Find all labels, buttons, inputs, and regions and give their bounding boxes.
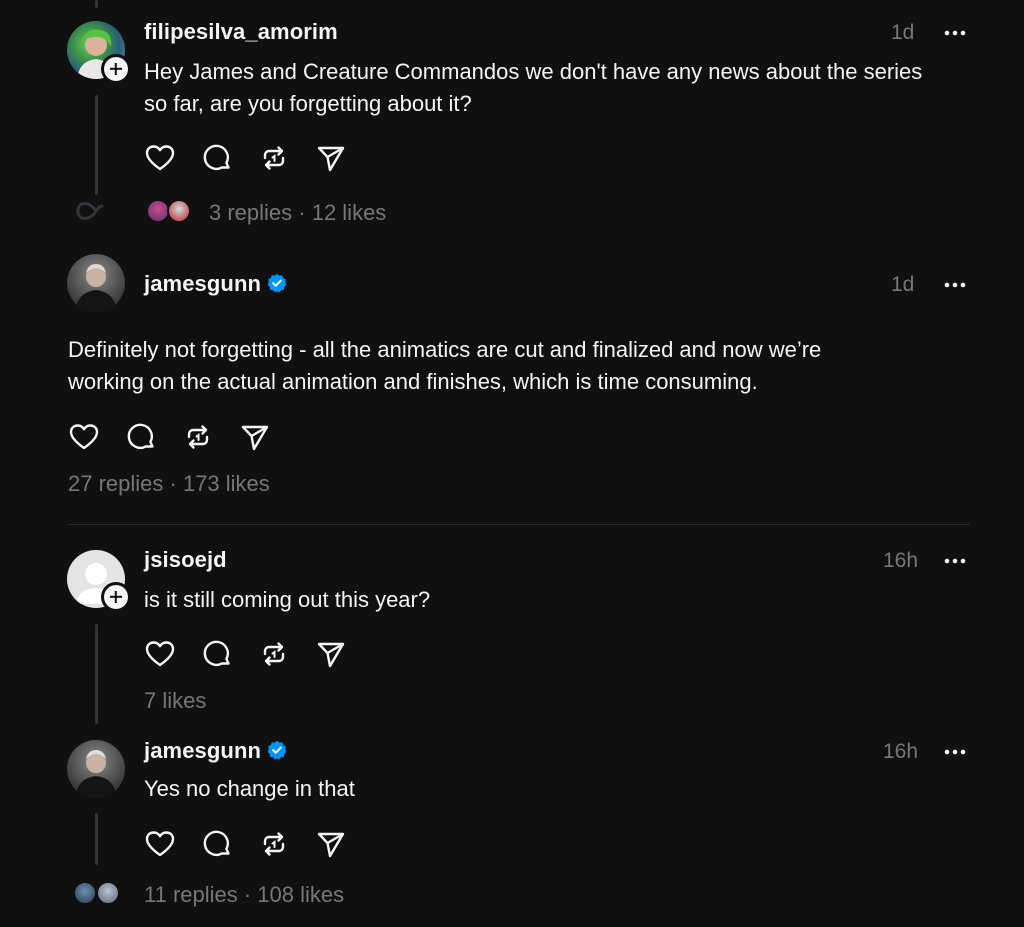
post-text: Hey James and Creature Commandos we don'… [144, 59, 923, 116]
divider [68, 524, 970, 525]
comment-icon [203, 144, 230, 171]
action-bar [144, 637, 372, 671]
reply-avatar [167, 199, 191, 223]
reply-button[interactable] [201, 141, 258, 175]
follow-button[interactable] [101, 582, 131, 612]
username-text[interactable]: jamesgunn [144, 271, 261, 296]
like-button[interactable] [68, 420, 125, 454]
repost-icon [187, 425, 209, 449]
avatar-photo-icon [75, 264, 117, 312]
comment-icon [203, 830, 230, 857]
repost-icon [263, 642, 285, 666]
post-text: Definitely not forgetting - all the anim… [68, 334, 968, 398]
avatar-jamesgunn[interactable] [67, 740, 125, 798]
like-button[interactable] [144, 827, 201, 861]
reply-button[interactable] [201, 637, 258, 671]
thread-loop-icon [76, 202, 104, 220]
action-bar [144, 827, 372, 861]
like-button[interactable] [144, 141, 201, 175]
reply-avatar [96, 881, 120, 905]
repost-button[interactable] [182, 420, 239, 454]
plus-icon [104, 585, 128, 609]
avatar-jamesgunn[interactable] [67, 254, 125, 312]
post-stats[interactable]: 7 likes [144, 688, 206, 714]
comment-icon [203, 640, 230, 667]
post-stats[interactable]: 3 replies · 12 likes [209, 200, 386, 226]
repost-icon [263, 832, 285, 856]
repost-button[interactable] [258, 827, 315, 861]
post-text-line: Definitely not forgetting - all the anim… [68, 337, 822, 362]
follow-button[interactable] [101, 54, 131, 84]
action-bar [68, 420, 296, 454]
share-button[interactable] [239, 420, 296, 454]
post-text-line: working on the actual animation and fini… [68, 369, 758, 394]
post-text: Yes no change in that [144, 776, 355, 801]
heart-icon [69, 424, 99, 450]
action-bar [144, 141, 372, 175]
plus-icon [104, 57, 128, 81]
share-button[interactable] [315, 141, 372, 175]
verified-badge-icon [267, 273, 287, 293]
more-icon[interactable] [943, 556, 967, 566]
more-icon[interactable] [943, 747, 967, 757]
timestamp[interactable]: 1d [891, 273, 914, 297]
post-text: is it still coming out this year? [144, 587, 431, 612]
more-icon[interactable] [943, 28, 967, 38]
username[interactable]: jsisoejd [144, 547, 227, 573]
send-icon [317, 642, 345, 668]
reply-button[interactable] [201, 827, 258, 861]
reply-avatar [73, 881, 97, 905]
username[interactable]: filipesilva_amorim [144, 19, 338, 45]
send-icon [317, 146, 345, 172]
repost-button[interactable] [258, 637, 315, 671]
thread-line [95, 95, 98, 195]
reply-button[interactable] [125, 420, 182, 454]
more-icon[interactable] [943, 280, 967, 290]
heart-icon [145, 831, 175, 857]
username[interactable]: jamesgunn [144, 271, 287, 297]
repost-icon [263, 146, 285, 170]
comment-icon [127, 423, 154, 450]
thread-line [95, 813, 98, 865]
repost-button[interactable] [258, 141, 315, 175]
send-icon [241, 425, 269, 451]
like-button[interactable] [144, 637, 201, 671]
timestamp[interactable]: 16h [883, 549, 918, 573]
heart-icon [145, 145, 175, 171]
thread-line-top [95, 0, 98, 8]
timestamp[interactable]: 1d [891, 21, 914, 45]
send-icon [317, 832, 345, 858]
thread-line [95, 624, 98, 724]
share-button[interactable] [315, 827, 372, 861]
avatar-photo-icon [75, 750, 117, 798]
username-text[interactable]: jamesgunn [144, 738, 261, 763]
post-stats[interactable]: 11 replies · 108 likes [144, 882, 344, 908]
post-stats[interactable]: 27 replies · 173 likes [68, 471, 270, 497]
share-button[interactable] [315, 637, 372, 671]
heart-icon [145, 641, 175, 667]
timestamp[interactable]: 16h [883, 740, 918, 764]
username[interactable]: jamesgunn [144, 738, 287, 764]
verified-badge-icon [267, 740, 287, 760]
